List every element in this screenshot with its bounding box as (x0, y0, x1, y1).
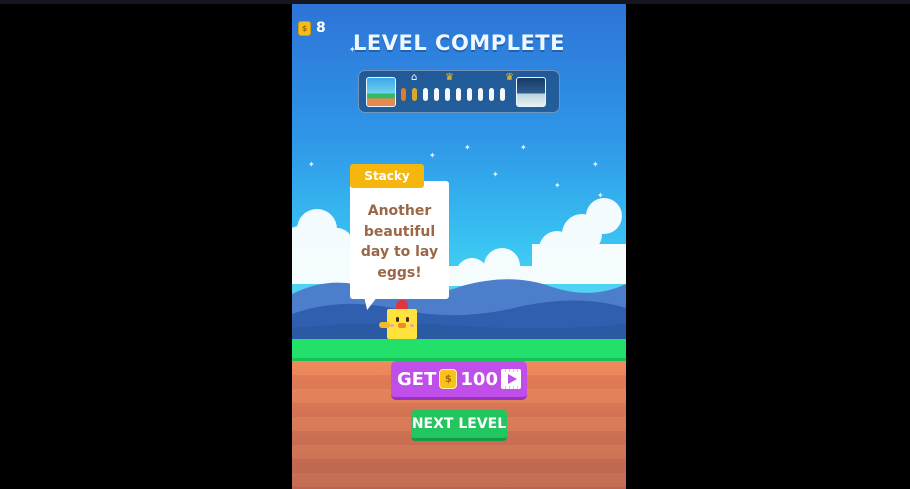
speech-line: day to lay (360, 244, 439, 260)
speech-line: Another (367, 203, 432, 219)
speech-text: Another beautiful day to lay eggs! (350, 201, 449, 283)
coin-icon: $ (439, 369, 458, 389)
chick-eye (406, 317, 409, 322)
chick-cheek (390, 324, 394, 327)
progress-pip (500, 88, 505, 101)
start-scene-thumbnail (366, 77, 396, 107)
game-screen: ✦ ✦ ✦ ✦ ✦ ✦ ✦ ✦ ✦ $ 8 LEVEL COMPLETE ⌂ ♛… (292, 4, 626, 489)
progress-pip (412, 88, 417, 101)
speech-line: beautiful (363, 223, 436, 240)
reward-amount: 100 (460, 368, 498, 390)
chick-eye (396, 317, 399, 322)
progress-pip (467, 88, 472, 101)
speaker-name: Stacky (350, 164, 424, 188)
progress-pip (445, 88, 450, 101)
crown-icon: ♛ (505, 72, 514, 83)
video-icon (500, 369, 521, 389)
progress-pips (401, 88, 505, 101)
progress-pip (423, 88, 428, 101)
progress-pip (489, 88, 494, 101)
chick-cheek (410, 324, 414, 327)
chick-beak (398, 323, 406, 328)
next-level-button[interactable]: NEXT LEVEL (411, 410, 507, 441)
get-label: GET (397, 368, 437, 390)
chick-wing (379, 322, 390, 328)
progress-pip (456, 88, 461, 101)
grass-ground (292, 339, 626, 361)
house-icon: ⌂ (411, 72, 418, 83)
speech-line: eggs! (377, 264, 422, 281)
progress-pip (478, 88, 483, 101)
level-progress: ⌂ ♛ ♛ (358, 70, 560, 113)
get-coins-video-button[interactable]: GET $ 100 (391, 361, 527, 400)
page-title: LEVEL COMPLETE (353, 31, 565, 55)
crown-icon: ♛ (445, 72, 454, 83)
end-scene-thumbnail (516, 77, 546, 107)
progress-pip (434, 88, 439, 101)
progress-pip (401, 88, 406, 101)
background-scenery (292, 198, 626, 344)
